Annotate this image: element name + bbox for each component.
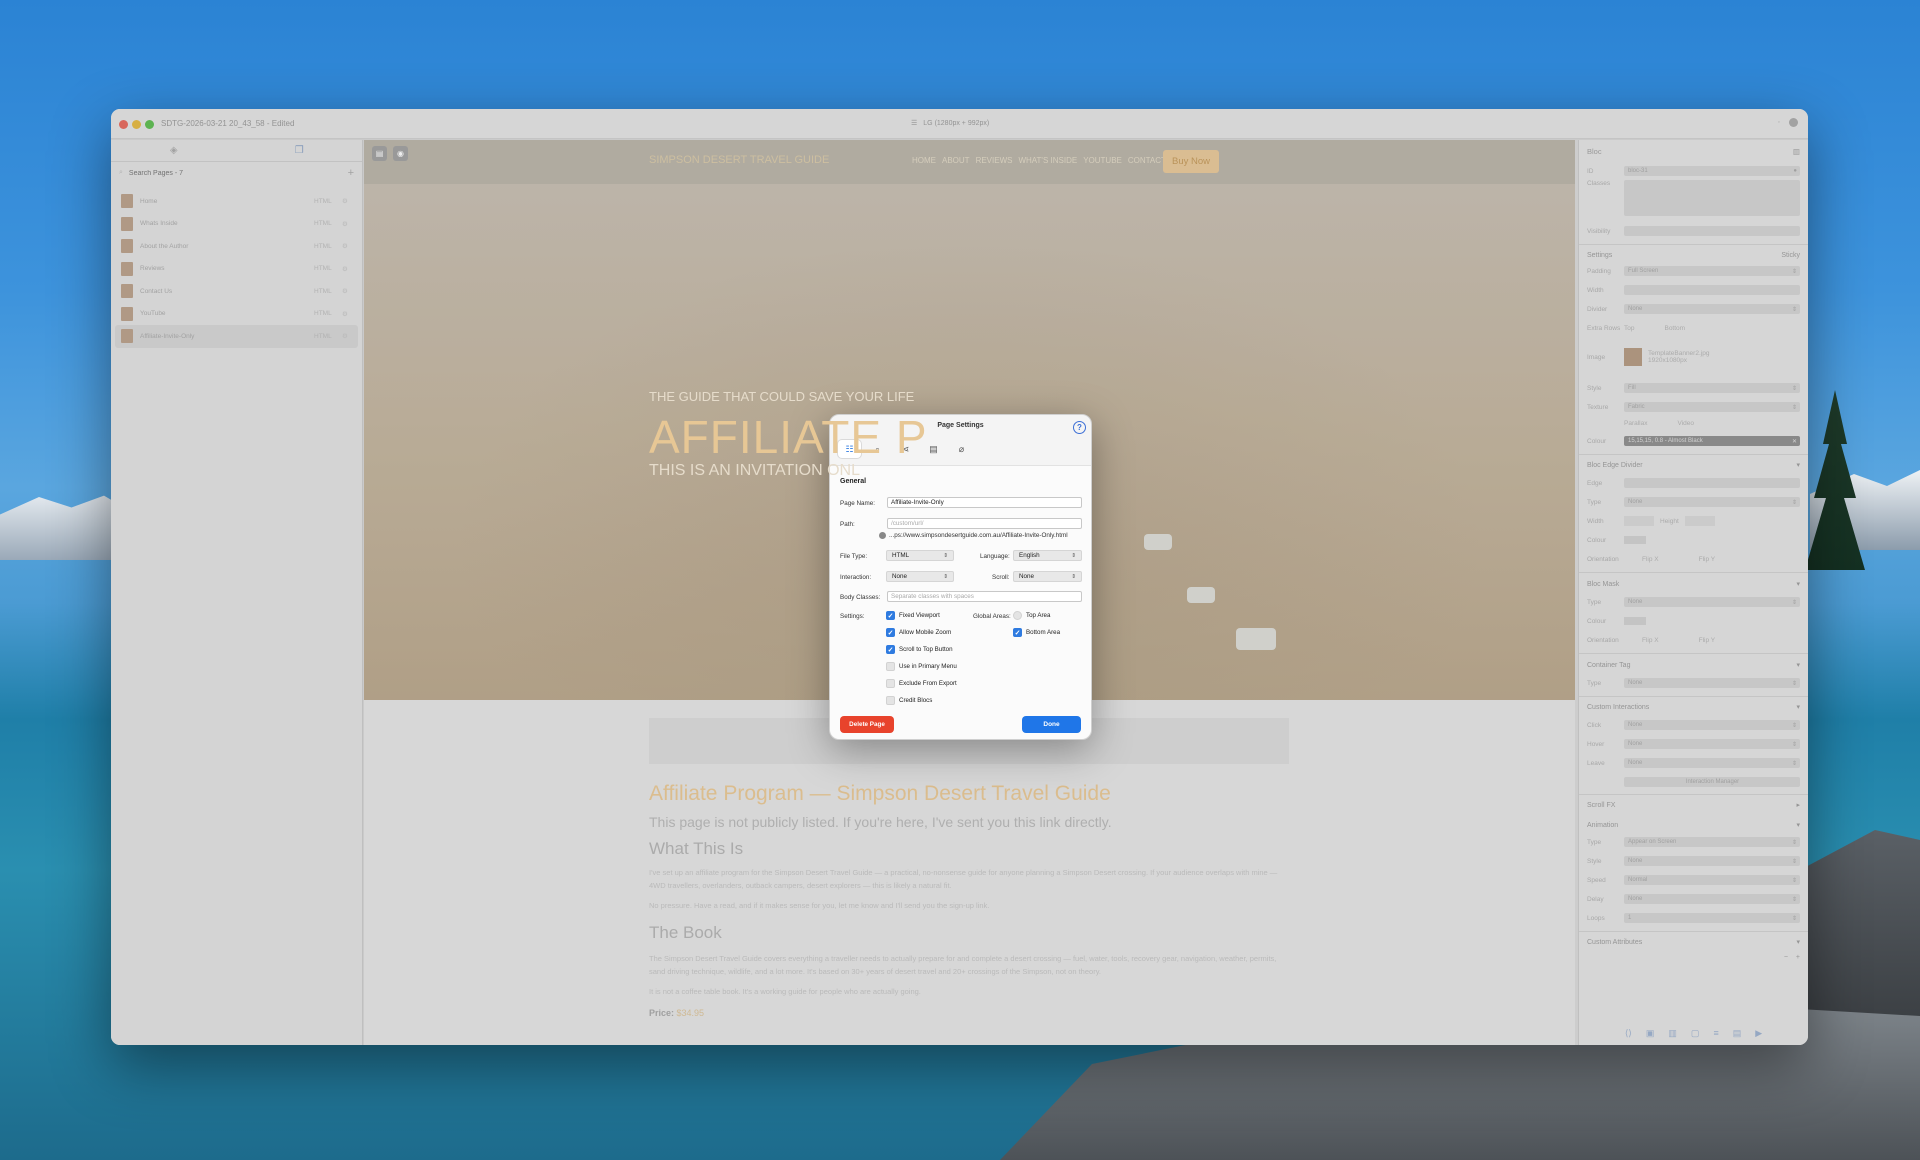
settings-label: Settings: (840, 613, 865, 620)
scroll-to-top-checkbox[interactable]: ✓ Scroll to Top Button (886, 645, 953, 654)
top-area-label: Top Area (1026, 612, 1051, 619)
hero-vehicle-image (1144, 534, 1172, 550)
path-label: Path: (840, 521, 855, 528)
checkmark-icon: ✓ (886, 628, 895, 637)
file-type-label: File Type: (840, 553, 868, 560)
language-value: English (1019, 552, 1040, 559)
use-in-primary-menu-checkbox[interactable]: Use in Primary Menu (886, 662, 957, 671)
checkmark-icon: ✓ (886, 611, 895, 620)
delete-page-button[interactable]: Delete Page (840, 716, 894, 733)
body-classes-input[interactable] (887, 591, 1082, 602)
dialog-body: General Page Name: Path: ...ps://www.sim… (830, 466, 1091, 739)
bottom-area-checkbox[interactable]: ✓ Bottom Area (1013, 628, 1060, 637)
page-url-text: ...ps://www.simpsondesertguide.com.au/Af… (889, 532, 1068, 539)
language-label: Language: (980, 553, 1010, 560)
interaction-select[interactable]: None ⇕ (886, 571, 954, 582)
scroll-to-top-label: Scroll to Top Button (899, 646, 953, 653)
chevron-updown-icon: ⇕ (943, 552, 948, 559)
path-input[interactable] (887, 518, 1082, 529)
hero-kicker[interactable]: THE GUIDE THAT COULD SAVE YOUR LIFE (649, 389, 914, 404)
paperclip-icon: ⌀ (958, 443, 965, 454)
trash-icon[interactable]: ▤ (372, 146, 387, 161)
use-in-primary-menu-label: Use in Primary Menu (899, 663, 957, 670)
allow-mobile-zoom-checkbox[interactable]: ✓ Allow Mobile Zoom (886, 628, 951, 637)
chevron-updown-icon: ⇕ (1071, 573, 1076, 580)
hero-vehicle-image (1236, 628, 1276, 650)
scroll-value: None (1019, 573, 1035, 580)
credit-blocs-label: Credit Blocs (899, 697, 933, 704)
tab-attachments[interactable]: ⌀ (950, 440, 973, 458)
checkmark-icon: ✓ (1013, 628, 1022, 637)
page-name-label: Page Name: (840, 500, 876, 507)
credit-blocs-checkbox[interactable]: Credit Blocs (886, 696, 932, 705)
bottom-area-label: Bottom Area (1026, 629, 1061, 636)
canvas-tools: ▤ ◉ (372, 146, 408, 161)
exclude-from-export-label: Exclude From Export (899, 680, 957, 687)
scroll-label: Scroll: (992, 574, 1010, 581)
hero-vehicle-image (1187, 587, 1215, 603)
checkbox-empty-icon (886, 679, 895, 688)
language-select[interactable]: English ⇕ (1013, 550, 1082, 561)
file-type-select[interactable]: HTML ⇕ (886, 550, 954, 561)
interaction-value: None (892, 573, 908, 580)
eye-icon[interactable]: ◉ (393, 146, 408, 161)
page-url[interactable]: ...ps://www.simpsondesertguide.com.au/Af… (879, 532, 1068, 539)
checkbox-empty-icon (1013, 611, 1022, 620)
top-area-checkbox[interactable]: Top Area (1013, 611, 1050, 620)
hero-title[interactable]: AFFILIATE P (649, 410, 928, 464)
chevron-updown-icon: ⇕ (1071, 552, 1076, 559)
file-type-value: HTML (892, 552, 910, 559)
checkbox-empty-icon (886, 696, 895, 705)
code-icon: ▤ (929, 443, 938, 454)
checkmark-icon: ✓ (886, 645, 895, 654)
chevron-updown-icon: ⇕ (943, 573, 948, 580)
fixed-viewport-label: Fixed Viewport (899, 612, 940, 619)
page-name-input[interactable] (887, 497, 1082, 508)
body-classes-label: Body Classes: (840, 594, 881, 601)
fixed-viewport-checkbox[interactable]: ✓ Fixed Viewport (886, 611, 940, 620)
hero-subtitle[interactable]: THIS IS AN INVITATION ONL (649, 462, 860, 480)
globe-icon (879, 532, 886, 539)
checkbox-empty-icon (886, 662, 895, 671)
scroll-select[interactable]: None ⇕ (1013, 571, 1082, 582)
interaction-label: Interaction: (840, 574, 872, 581)
help-button[interactable]: ? (1073, 421, 1086, 434)
done-button[interactable]: Done (1022, 716, 1081, 733)
exclude-from-export-checkbox[interactable]: Exclude From Export (886, 679, 957, 688)
allow-mobile-zoom-label: Allow Mobile Zoom (899, 629, 952, 636)
global-areas-label: Global Areas: (973, 613, 1011, 620)
